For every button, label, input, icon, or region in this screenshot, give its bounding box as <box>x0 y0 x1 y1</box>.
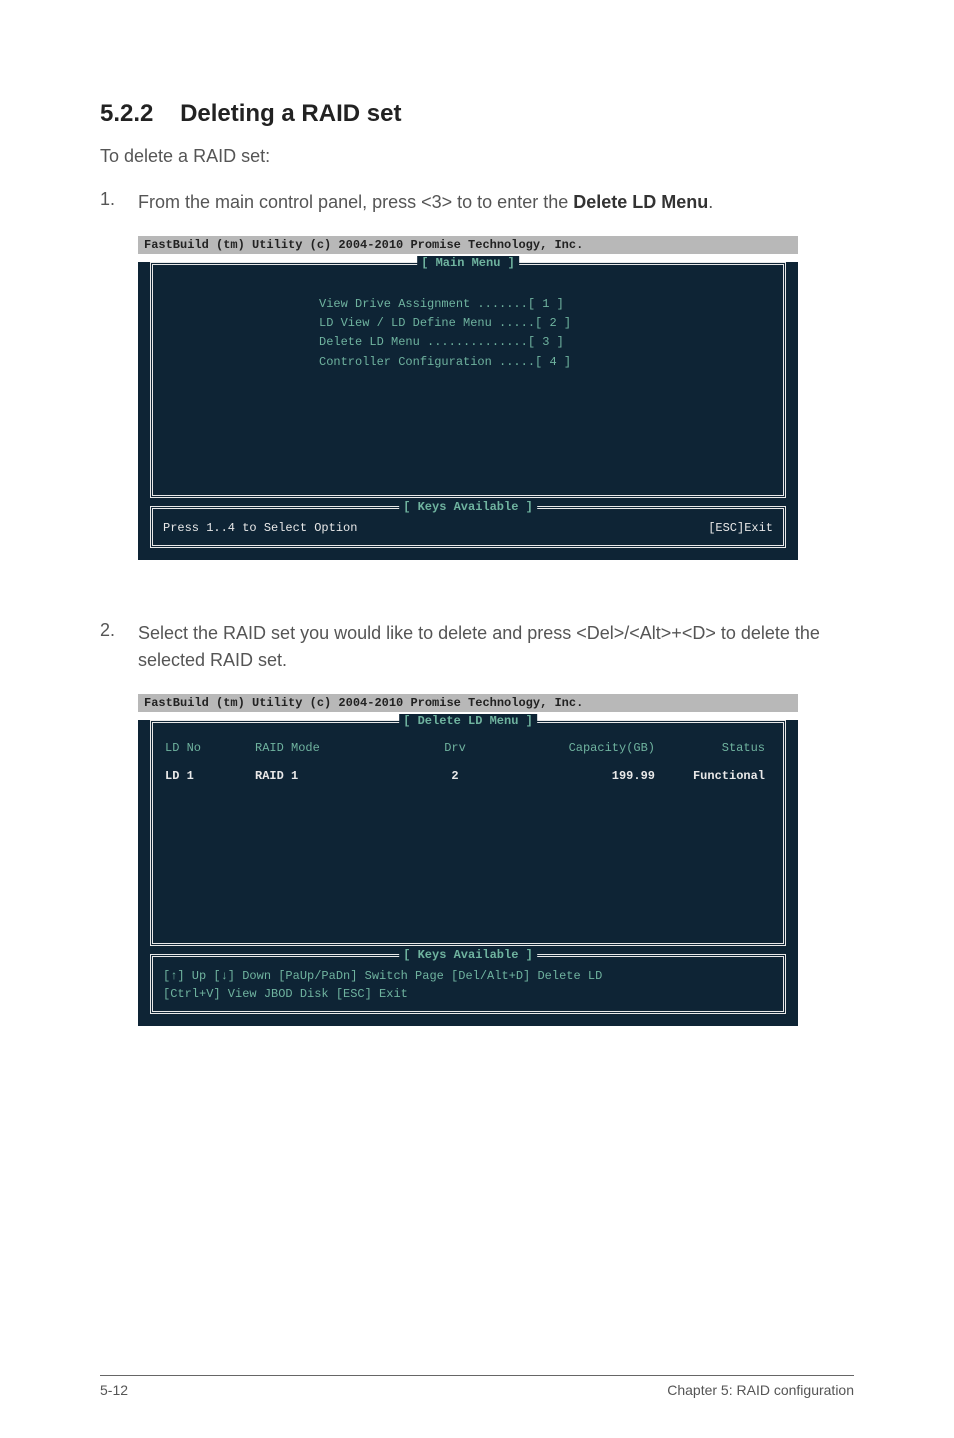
terminal-2: FastBuild (tm) Utility (c) 2004-2010 Pro… <box>138 694 798 1026</box>
section-title: Deleting a RAID set <box>180 100 401 127</box>
step-2: 2. Select the RAID set you would like to… <box>100 620 854 674</box>
keys-content-2: [↑] Up [↓] Down [PaUp/PaDn] Switch Page … <box>163 967 773 1003</box>
footer-left: 5-12 <box>100 1382 128 1398</box>
keys-label-1: [ Keys Available ] <box>399 500 537 514</box>
keys-frame-2: [ Keys Available ] [↑] Up [↓] Down [PaUp… <box>150 954 786 1014</box>
section-number: 5.2.2 <box>100 100 153 127</box>
terminal-1: FastBuild (tm) Utility (c) 2004-2010 Pro… <box>138 236 798 560</box>
cell-ldno: LD 1 <box>165 769 255 783</box>
step-1-text: From the main control panel, press <3> t… <box>138 189 854 216</box>
menu-item-3: Delete LD Menu ..............[ 3 ] <box>319 333 783 352</box>
keys-line-1: [↑] Up [↓] Down [PaUp/PaDn] Switch Page … <box>163 967 773 985</box>
menu-item-2: LD View / LD Define Menu .....[ 2 ] <box>319 314 783 333</box>
header-raid: RAID Mode <box>255 741 405 755</box>
terminal-1-body: [ Main Menu ] View Drive Assignment ....… <box>138 262 798 560</box>
menu-item-4: Controller Configuration .....[ 4 ] <box>319 353 783 372</box>
main-menu-label: [ Main Menu ] <box>417 256 519 270</box>
main-menu-items: View Drive Assignment .......[ 1 ] LD Vi… <box>153 295 783 372</box>
keys-frame-1: [ Keys Available ] Press 1..4 to Select … <box>150 506 786 548</box>
page-footer: 5-12 Chapter 5: RAID configuration <box>100 1375 854 1398</box>
step-2-number: 2. <box>100 620 138 674</box>
section-heading: 5.2.2 Deleting a RAID set <box>100 100 854 128</box>
step-1: 1. From the main control panel, press <3… <box>100 189 854 216</box>
menu-item-1: View Drive Assignment .......[ 1 ] <box>319 295 783 314</box>
keys-left-1: Press 1..4 to Select Option <box>163 521 357 535</box>
step-1-after: . <box>708 192 713 212</box>
header-ldno: LD No <box>165 741 255 755</box>
cell-drv: 2 <box>405 769 505 783</box>
delete-menu-label: [ Delete LD Menu ] <box>399 714 537 728</box>
keys-content-1: Press 1..4 to Select Option [ESC]Exit <box>163 521 773 535</box>
cell-status: Functional <box>655 769 771 783</box>
step-2-text: Select the RAID set you would like to de… <box>138 620 854 674</box>
step-2-before: Select the RAID set you would like to de… <box>138 623 820 670</box>
header-cap: Capacity(GB) <box>505 741 655 755</box>
cell-cap: 199.99 <box>505 769 655 783</box>
intro-text: To delete a RAID set: <box>100 146 854 167</box>
cell-raid: RAID 1 <box>255 769 405 783</box>
keys-line-2: [Ctrl+V] View JBOD Disk [ESC] Exit <box>163 985 773 1003</box>
keys-label-2: [ Keys Available ] <box>399 948 537 962</box>
header-drv: Drv <box>405 741 505 755</box>
delete-menu-frame: [ Delete LD Menu ] LD No RAID Mode Drv C… <box>150 720 786 946</box>
terminal-1-titlebar: FastBuild (tm) Utility (c) 2004-2010 Pro… <box>138 236 798 254</box>
footer-right: Chapter 5: RAID configuration <box>667 1382 854 1398</box>
table-header-row: LD No RAID Mode Drv Capacity(GB) Status <box>165 741 771 755</box>
step-1-number: 1. <box>100 189 138 216</box>
table-data-row: LD 1 RAID 1 2 199.99 Functional <box>165 769 771 783</box>
keys-right-1: [ESC]Exit <box>708 521 773 535</box>
terminal-2-titlebar: FastBuild (tm) Utility (c) 2004-2010 Pro… <box>138 694 798 712</box>
main-menu-frame: [ Main Menu ] View Drive Assignment ....… <box>150 262 786 498</box>
terminal-2-body: [ Delete LD Menu ] LD No RAID Mode Drv C… <box>138 720 798 1026</box>
header-status: Status <box>655 741 771 755</box>
step-1-bold: Delete LD Menu <box>573 192 708 212</box>
step-1-before: From the main control panel, press <3> t… <box>138 192 573 212</box>
